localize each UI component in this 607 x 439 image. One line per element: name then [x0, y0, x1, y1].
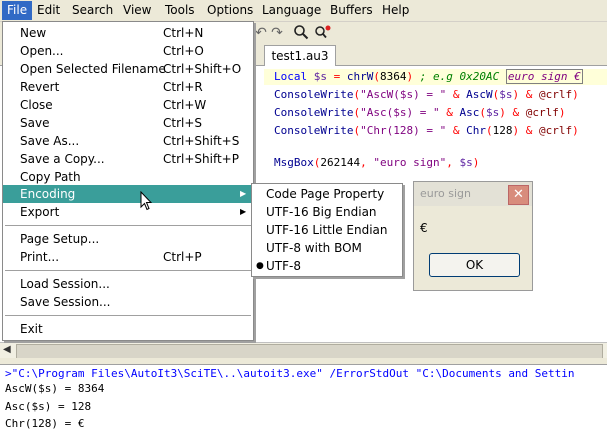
menu-item-save-a-copy[interactable]: Save a Copy... Ctrl+Shift+P — [3, 150, 253, 168]
encoding-utf16-big-endian[interactable]: UTF-16 Big Endian — [252, 203, 402, 221]
horizontal-scrollbar[interactable]: ◀ — [0, 342, 607, 359]
encoding-submenu: Code Page Property UTF-16 Big Endian UTF… — [251, 183, 403, 277]
dialog-titlebar[interactable]: euro sign ✕ — [414, 182, 532, 206]
code-line-1: Local $s = chrW(8364) ; e.g 0x20AC euro … — [274, 69, 583, 84]
encoding-utf16-little-endian[interactable]: UTF-16 Little Endian — [252, 221, 402, 239]
menu-separator — [5, 270, 251, 271]
encoding-utf8[interactable]: ● UTF-8 — [252, 257, 402, 275]
menu-item-new[interactable]: New Ctrl+N — [3, 24, 253, 42]
menu-item-print[interactable]: Print... Ctrl+P — [3, 248, 253, 266]
scrollbar-thumb[interactable] — [16, 344, 603, 359]
submenu-arrow-icon: ▶ — [240, 189, 247, 198]
scroll-left-icon[interactable]: ◀ — [3, 344, 11, 355]
output-line-command: >"C:\Program Files\AutoIt3\SciTE\..\auto… — [5, 367, 575, 380]
output-pane[interactable]: >"C:\Program Files\AutoIt3\SciTE\..\auto… — [0, 364, 607, 439]
selected-bullet-icon: ● — [256, 261, 264, 271]
menu-tools[interactable]: Tools — [160, 3, 200, 18]
menu-options[interactable]: Options — [202, 3, 258, 18]
output-line: Chr(128) = € — [5, 417, 85, 430]
dialog-title: euro sign — [420, 187, 471, 200]
menu-item-page-setup[interactable]: Page Setup... — [3, 230, 253, 248]
encoding-utf8-with-bom[interactable]: UTF-8 with BOM — [252, 239, 402, 257]
menu-edit[interactable]: Edit — [32, 3, 65, 18]
menu-separator — [5, 225, 251, 226]
code-line-4: ConsoleWrite("Chr(128) = " & Chr(128) & … — [274, 124, 579, 137]
menu-item-save-as[interactable]: Save As... Ctrl+Shift+S — [3, 132, 253, 150]
menu-help[interactable]: Help — [377, 3, 414, 18]
menu-item-copy-path[interactable]: Copy Path — [3, 168, 253, 186]
code-line-3: ConsoleWrite("Asc($s) = " & Asc($s) & @c… — [274, 106, 566, 119]
output-line: Asc($s) = 128 — [5, 400, 92, 413]
menu-bar: File Edit Search View Tools Options Lang… — [0, 0, 607, 22]
submenu-arrow-icon: ▶ — [240, 207, 247, 216]
menu-file[interactable]: File — [2, 1, 33, 20]
menu-separator — [5, 315, 251, 316]
menu-item-close[interactable]: Close Ctrl+W — [3, 96, 253, 114]
menu-view[interactable]: View — [118, 3, 156, 18]
code-line-5: MsgBox(262144, "euro sign", $s) — [274, 156, 480, 169]
close-icon[interactable]: ✕ — [508, 185, 529, 205]
code-line-2: ConsoleWrite("AscW($s) = " & AscW($s) & … — [274, 88, 579, 101]
redo-icon[interactable]: ↷ — [268, 24, 286, 42]
ok-button[interactable]: OK — [429, 253, 520, 277]
menu-item-save-session[interactable]: Save Session... — [3, 293, 253, 311]
menu-search[interactable]: Search — [67, 3, 118, 18]
tab-test1[interactable]: test1.au3 — [264, 45, 336, 66]
menu-item-open[interactable]: Open... Ctrl+O — [3, 42, 253, 60]
menu-item-open-selected-filename[interactable]: Open Selected Filename Ctrl+Shift+O — [3, 60, 253, 78]
replace-icon[interactable] — [314, 24, 332, 42]
menu-language[interactable]: Language — [257, 3, 326, 18]
menu-item-load-session[interactable]: Load Session... — [3, 275, 253, 293]
dialog-message: € — [420, 221, 428, 235]
encoding-code-page-property[interactable]: Code Page Property — [252, 185, 402, 203]
menu-item-exit[interactable]: Exit — [3, 320, 253, 338]
menu-item-save[interactable]: Save Ctrl+S — [3, 114, 253, 132]
menu-buffers[interactable]: Buffers — [325, 3, 378, 18]
output-line: AscW($s) = 8364 — [5, 382, 105, 395]
find-icon[interactable] — [292, 24, 310, 42]
file-menu: New Ctrl+N Open... Ctrl+O Open Selected Fi… — [2, 21, 254, 341]
message-dialog: euro sign ✕ € OK — [413, 181, 533, 291]
menu-item-export[interactable]: Export ▶ — [3, 203, 253, 221]
menu-item-encoding[interactable]: Encoding ▶ — [3, 185, 253, 203]
menu-item-revert[interactable]: Revert Ctrl+R — [3, 78, 253, 96]
